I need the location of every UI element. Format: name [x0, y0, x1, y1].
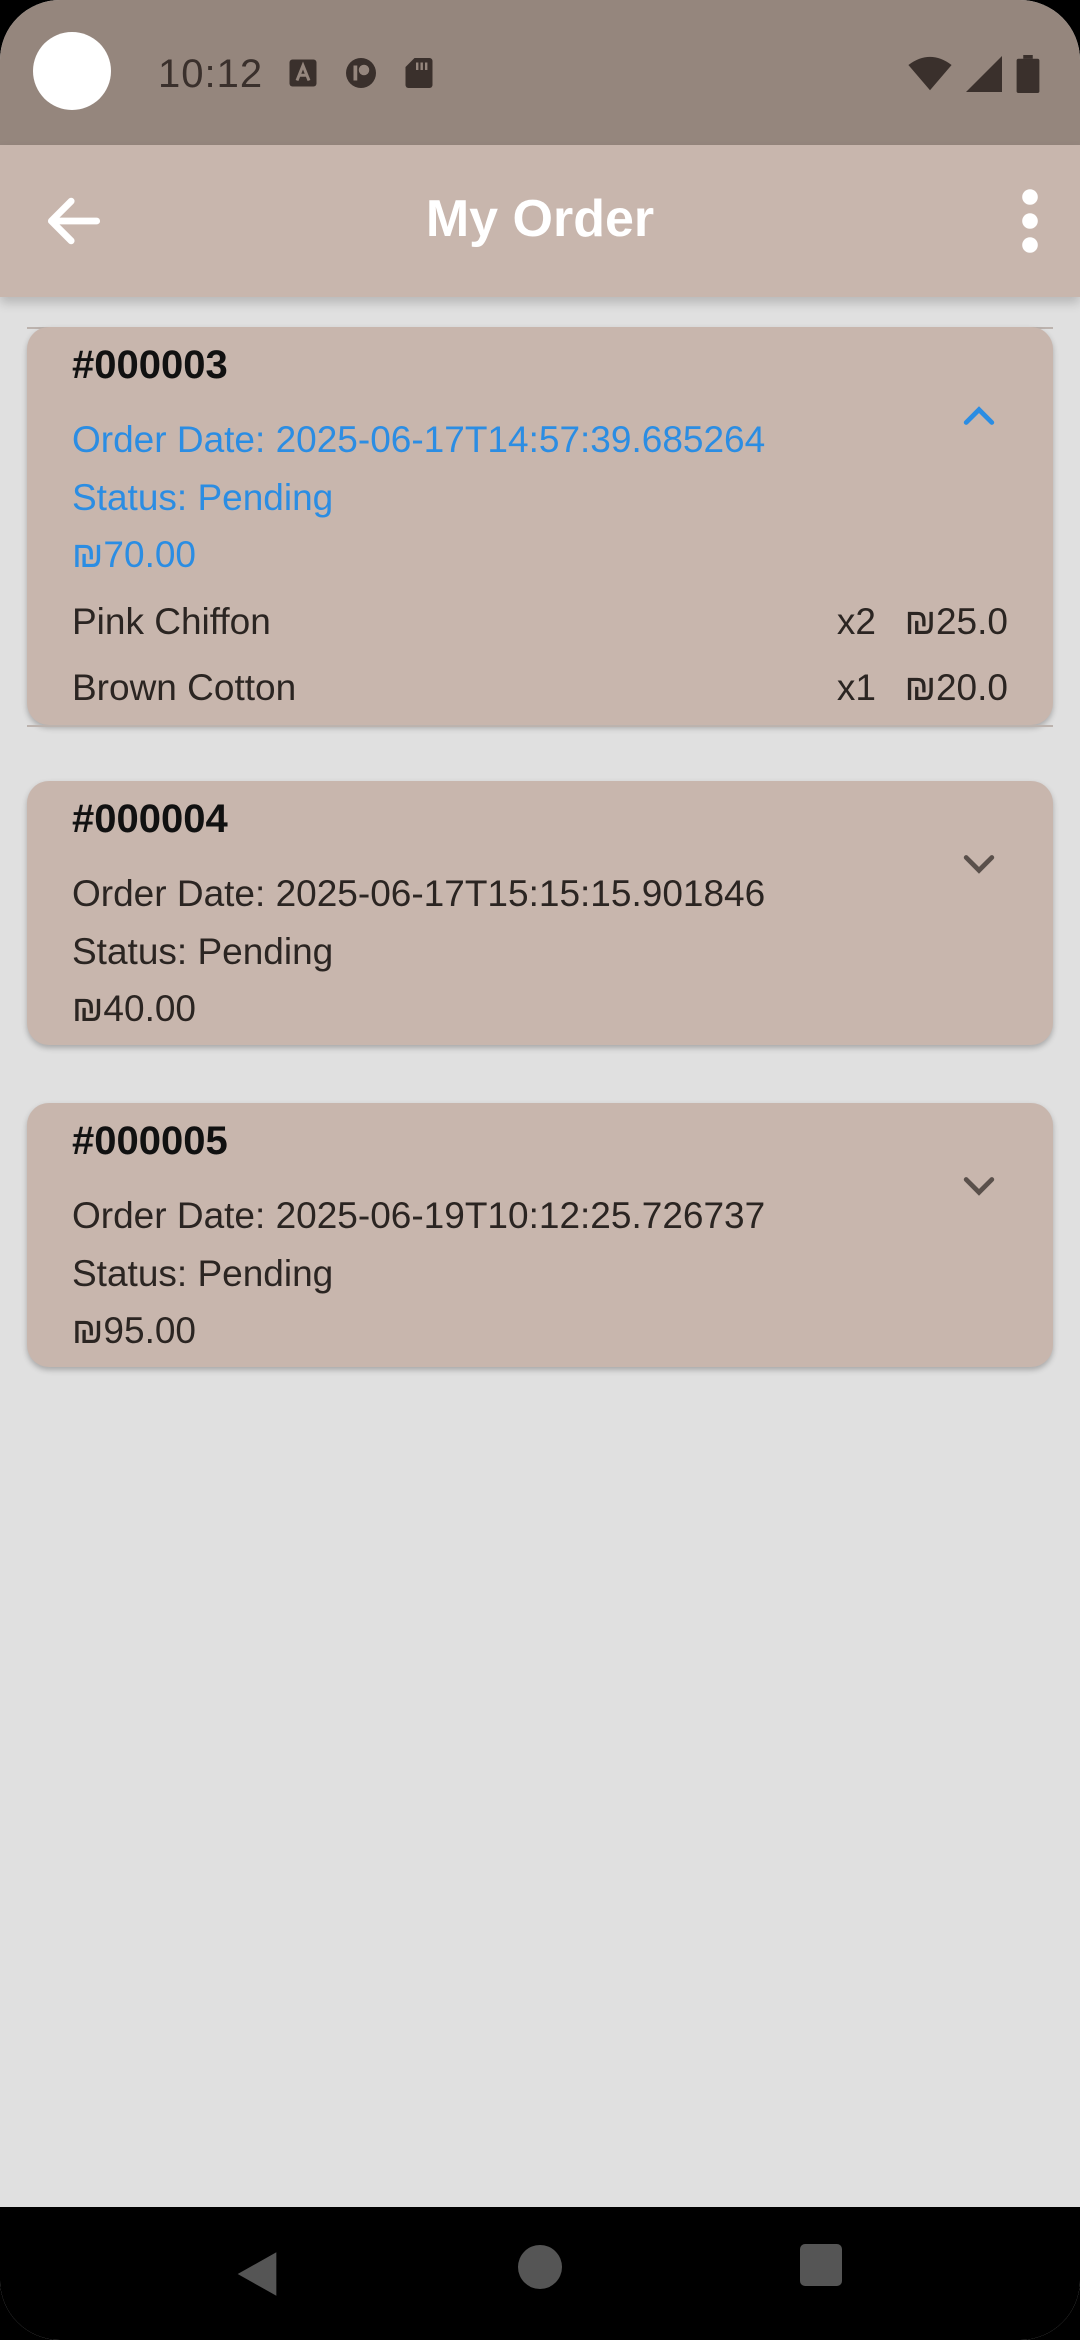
order-id: #000004 — [72, 797, 228, 841]
order-status: Status: Pending — [72, 477, 334, 518]
order-status: Status: Pending — [72, 931, 334, 972]
chevron-down-icon[interactable] — [957, 841, 1001, 885]
nav-back-icon[interactable] — [228, 2245, 286, 2303]
wifi-icon — [908, 56, 952, 91]
page-title: My Order — [425, 190, 655, 248]
item-name: Pink Chiffon — [72, 601, 271, 642]
navigation-bar — [0, 2207, 1080, 2340]
order-date: Order Date: 2025-06-19T10:12:25.726737 — [72, 1195, 766, 1236]
item-price: ₪20.0 — [904, 667, 1008, 708]
order-total: ₪40.00 — [72, 988, 197, 1029]
order-card[interactable]: #000004 Order Date: 2025-06-17T15:15:15.… — [27, 781, 1053, 1045]
order-date: Order Date: 2025-06-17T15:15:15.901846 — [72, 873, 766, 914]
signal-icon — [966, 56, 1002, 92]
status-time: 10:12 — [158, 52, 264, 96]
screen: 10:12 My Order #000003 Order Date: 2025-… — [0, 0, 1080, 2340]
notification-app-icon — [346, 58, 376, 88]
order-id: #000003 — [72, 343, 228, 387]
order-status: Status: Pending — [72, 1253, 334, 1294]
sd-card-icon — [405, 58, 433, 88]
item-price: ₪25.0 — [904, 601, 1008, 642]
item-quantity: x2 — [836, 601, 876, 642]
order-card[interactable]: #000005 Order Date: 2025-06-19T10:12:25.… — [27, 1103, 1053, 1367]
order-list: #000003 Order Date: 2025-06-17T14:57:39.… — [0, 297, 1080, 2207]
status-bar: 10:12 — [0, 0, 1080, 145]
order-total: ₪95.00 — [72, 1310, 197, 1351]
app-bar: My Order — [0, 145, 1080, 297]
more-vert-icon[interactable] — [1010, 185, 1050, 257]
nav-home-icon[interactable] — [518, 2245, 562, 2289]
nav-recents-icon[interactable] — [800, 2244, 842, 2286]
divider — [27, 725, 1053, 727]
font-icon — [289, 59, 317, 87]
item-quantity: x1 — [836, 667, 876, 708]
order-total: ₪70.00 — [72, 534, 197, 575]
camera-cutout — [33, 32, 111, 110]
chevron-down-icon[interactable] — [957, 1163, 1001, 1207]
chevron-up-icon[interactable] — [957, 395, 1001, 439]
order-date: Order Date: 2025-06-17T14:57:39.685264 — [72, 419, 766, 460]
battery-icon — [1016, 55, 1040, 93]
item-name: Brown Cotton — [72, 667, 297, 708]
order-id: #000005 — [72, 1119, 228, 1163]
order-card[interactable]: #000003 Order Date: 2025-06-17T14:57:39.… — [27, 327, 1053, 725]
